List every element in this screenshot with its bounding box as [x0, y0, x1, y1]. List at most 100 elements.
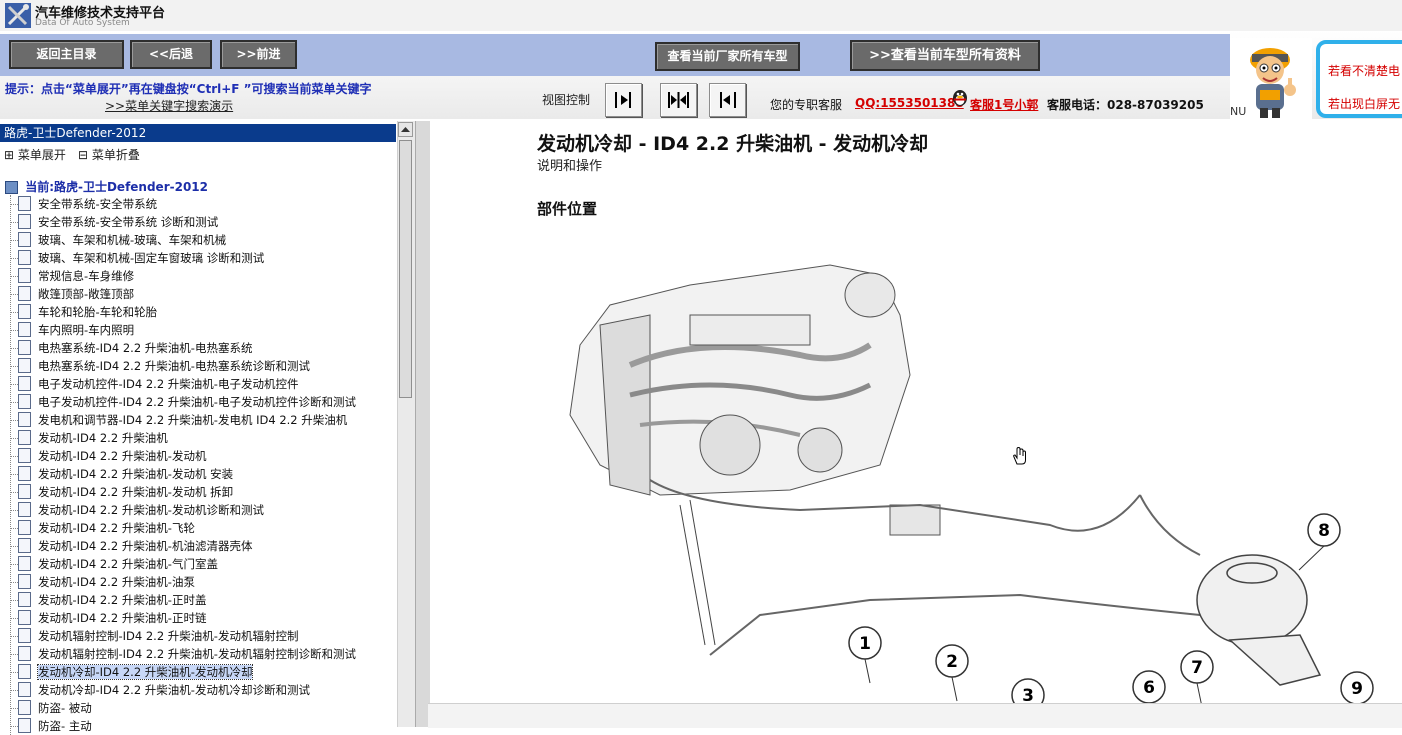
home-button[interactable]: 返回主目录	[9, 40, 124, 69]
panel-splitter[interactable]	[415, 121, 430, 727]
callout-label: 2	[946, 652, 958, 672]
tree-connector	[10, 366, 18, 367]
tree-item[interactable]: 电热塞系统-ID4 2.2 升柴油机-电热塞系统诊断和测试	[10, 357, 310, 375]
tree-item[interactable]: 发动机-ID4 2.2 升柴油机-气门室盖	[10, 555, 218, 573]
arrows-center-icon	[668, 92, 689, 108]
notice-line-2[interactable]: 若出现白屏无	[1328, 95, 1400, 112]
tree-item[interactable]: 发动机-ID4 2.2 升柴油机-油泵	[10, 573, 195, 591]
callout-3: 3	[1011, 678, 1045, 705]
back-button[interactable]: <<后退	[130, 40, 212, 69]
tree-item[interactable]: 发动机冷却-ID4 2.2 升柴油机-发动机冷却	[10, 663, 254, 681]
tree-header[interactable]: 路虎-卫士Defender-2012	[0, 124, 396, 142]
menu-collapse-button[interactable]: ⊟ 菜单折叠	[78, 146, 140, 163]
tree-connector	[10, 240, 18, 241]
tree-root-node[interactable]: 当前:路虎-卫士Defender-2012	[5, 178, 208, 195]
document-icon	[18, 340, 31, 355]
tree-item[interactable]: 发动机-ID4 2.2 升柴油机-发动机 拆卸	[10, 483, 233, 501]
arrow-left-bar-icon	[720, 92, 736, 108]
app-subtitle: Data Of Auto System	[35, 18, 130, 28]
nu-label: NU	[1230, 105, 1247, 118]
tree-item[interactable]: 车内照明-车内照明	[10, 321, 134, 339]
document-icon	[18, 484, 31, 499]
tree-item[interactable]: 电热塞系统-ID4 2.2 升柴油机-电热塞系统	[10, 339, 252, 357]
tree-item[interactable]: 车轮和轮胎-车轮和轮胎	[10, 303, 158, 321]
tree-item[interactable]: 发动机-ID4 2.2 升柴油机-正时链	[10, 609, 206, 627]
section-title: 部件位置	[537, 200, 598, 218]
tree-item[interactable]: 电子发动机控件-ID4 2.2 升柴油机-电子发动机控件诊断和测试	[10, 393, 356, 411]
search-demo-link[interactable]: >>菜单关键字搜索演示	[105, 97, 233, 114]
tree-item[interactable]: 发动机-ID4 2.2 升柴油机-发动机	[10, 447, 207, 465]
tree-connector	[10, 618, 18, 619]
document-icon	[18, 430, 31, 445]
all-docs-button[interactable]: >>查看当前车型所有资料	[850, 40, 1040, 71]
all-models-button[interactable]: 查看当前厂家所有车型	[655, 42, 800, 71]
tree-item[interactable]: 发动机-ID4 2.2 升柴油机-发动机诊断和测试	[10, 501, 264, 519]
collapse-box-icon: ⊟	[78, 148, 89, 162]
callout-9: 9	[1340, 671, 1374, 705]
chevron-up-icon	[401, 127, 410, 132]
engine-drawing	[569, 264, 941, 536]
tree-connector	[10, 600, 18, 601]
notice-line-1[interactable]: 若看不清楚电	[1328, 62, 1400, 79]
forward-button[interactable]: >>前进	[220, 40, 297, 69]
customer-service-link[interactable]: 客服1号小郭	[970, 96, 1038, 113]
tree-connector	[10, 384, 18, 385]
tree-connector	[10, 690, 18, 691]
document-icon	[18, 646, 31, 661]
document-icon	[18, 502, 31, 517]
tree-item[interactable]: 发动机-ID4 2.2 升柴油机-飞轮	[10, 519, 195, 537]
horizontal-scrollbar[interactable]	[428, 703, 1402, 728]
tree-connector	[10, 276, 18, 277]
scroll-thumb[interactable]	[399, 140, 412, 398]
menu-expand-button[interactable]: ⊞ 菜单展开	[4, 146, 66, 163]
tree-connector	[10, 438, 18, 439]
tree-connector	[10, 546, 18, 547]
view-expand-left-button[interactable]	[709, 83, 746, 117]
tree-item[interactable]: 发动机-ID4 2.2 升柴油机-机油滤清器壳体	[10, 537, 253, 555]
cooling-system-diagram: 1 2 3 6 7 8 9	[569, 264, 1374, 705]
tree-connector	[10, 672, 18, 673]
arrow-right-bar-icon	[615, 92, 631, 108]
tree-connector	[10, 582, 18, 583]
tree-item[interactable]: 防盗- 主动	[10, 717, 92, 735]
tree-item[interactable]: 敞篷顶部-敞篷顶部	[10, 285, 134, 303]
tree-item[interactable]: 电子发动机控件-ID4 2.2 升柴油机-电子发动机控件	[10, 375, 298, 393]
computer-icon	[5, 181, 18, 194]
view-expand-right-button[interactable]	[605, 83, 642, 117]
tree-item[interactable]: 发动机-ID4 2.2 升柴油机-正时盖	[10, 591, 206, 609]
tree-connector	[10, 402, 18, 403]
qq-penguin-icon[interactable]	[950, 87, 970, 107]
tree-item[interactable]: 玻璃、车架和机械-固定车窗玻璃 诊断和测试	[10, 249, 264, 267]
tree-item-label: 车轮和轮胎-车轮和轮胎	[38, 305, 158, 319]
document-icon	[18, 412, 31, 427]
tree-connector	[10, 258, 18, 259]
tree-item-label: 发动机-ID4 2.2 升柴油机-机油滤清器壳体	[38, 539, 253, 553]
callout-1: 1	[848, 626, 882, 684]
callout-label: 8	[1318, 521, 1330, 541]
tree-item[interactable]: 发动机-ID4 2.2 升柴油机-发动机 安装	[10, 465, 233, 483]
menu-expand-label: 菜单展开	[17, 148, 66, 162]
tree-item[interactable]: 防盗- 被动	[10, 699, 92, 717]
tree-item[interactable]: 发动机辐射控制-ID4 2.2 升柴油机-发动机辐射控制	[10, 627, 298, 645]
tree-connector	[10, 312, 18, 313]
tree-item-label: 发动机-ID4 2.2 升柴油机-发动机	[38, 449, 207, 463]
document-icon	[18, 232, 31, 247]
document-icon	[18, 628, 31, 643]
tree-item[interactable]: 安全带系统-安全带系统	[10, 195, 157, 213]
scroll-up-button[interactable]	[398, 122, 413, 137]
tree-item-label: 电热塞系统-ID4 2.2 升柴油机-电热塞系统诊断和测试	[38, 359, 310, 373]
document-icon	[18, 538, 31, 553]
tree-item[interactable]: 发动机-ID4 2.2 升柴油机	[10, 429, 168, 447]
hand-cursor-icon	[1013, 446, 1026, 465]
tree-item[interactable]: 发电机和调节器-ID4 2.2 升柴油机-发电机 ID4 2.2 升柴油机	[10, 411, 347, 429]
tree-item[interactable]: 安全带系统-安全带系统 诊断和测试	[10, 213, 218, 231]
tree-item[interactable]: 玻璃、车架和机械-玻璃、车架和机械	[10, 231, 226, 249]
tree-item[interactable]: 常规信息-车身维修	[10, 267, 134, 285]
qq-link[interactable]: QQ:1553501388	[855, 96, 964, 110]
document-icon	[18, 448, 31, 463]
view-split-button[interactable]	[660, 83, 697, 117]
tree-item[interactable]: 发动机冷却-ID4 2.2 升柴油机-发动机冷却诊断和测试	[10, 681, 310, 699]
tree-item-label: 防盗- 主动	[38, 719, 92, 733]
tree-item[interactable]: 发动机辐射控制-ID4 2.2 升柴油机-发动机辐射控制诊断和测试	[10, 645, 356, 663]
document-icon	[18, 574, 31, 589]
